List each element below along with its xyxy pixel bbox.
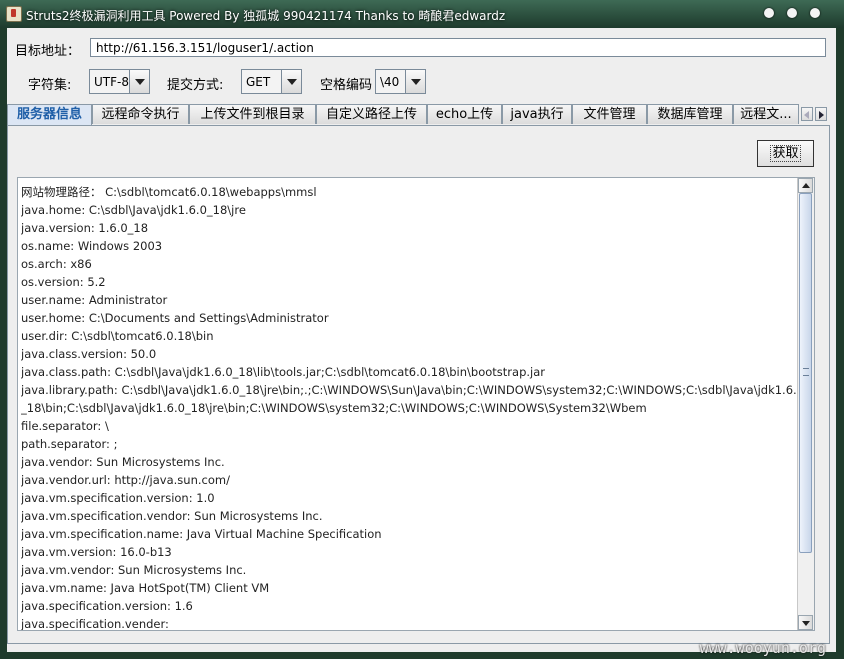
chevron-down-icon[interactable] xyxy=(129,70,149,93)
fetch-button-label: 获取 xyxy=(770,145,801,162)
close-button[interactable] xyxy=(810,8,820,18)
tab-server-info[interactable]: 服务器信息 xyxy=(7,104,92,126)
output-line: java.version: 1.6.0_18 xyxy=(21,221,149,235)
tab-remote-command[interactable]: 远程命令执行 xyxy=(92,104,189,124)
tab-java-exec[interactable]: java执行 xyxy=(502,104,572,124)
tab-database-manager[interactable]: 数据库管理 xyxy=(647,104,733,124)
tab-echo-upload[interactable]: echo上传 xyxy=(427,104,502,124)
output-line: os.arch: x86 xyxy=(21,257,92,271)
charset-select[interactable]: UTF-8 xyxy=(89,69,150,94)
target-url-input[interactable]: http://61.156.3.151/loguser1/.action xyxy=(90,38,826,57)
tab-file-manager[interactable]: 文件管理 xyxy=(572,104,647,124)
fetch-button[interactable]: 获取 xyxy=(757,140,814,167)
window-title: Struts2终极漏洞利用工具 Powered By 独孤城 990421174… xyxy=(26,9,506,23)
tab-upload-root[interactable]: 上传文件到根目录 xyxy=(189,104,316,124)
output-line: java.vm.specification.vendor: Sun Micros… xyxy=(21,509,323,523)
charset-label: 字符集: xyxy=(28,78,72,93)
tab-scroll-right-icon[interactable] xyxy=(815,107,827,121)
main-content: 目标地址： http://61.156.3.151/loguser1/.acti… xyxy=(7,28,836,652)
output-text: 网站物理路径： C:\sdbl\tomcat6.0.18\webapps\mms… xyxy=(21,183,796,631)
output-line: java.class.path: C:\sdbl\Java\jdk1.6.0_1… xyxy=(21,365,545,379)
tab-scroll-left-icon[interactable] xyxy=(801,107,813,121)
output-line: java.library.path: C:\sdbl\Java\jdk1.6.0… xyxy=(21,383,796,397)
url-label: 目标地址： xyxy=(15,44,81,59)
tab-custom-upload[interactable]: 自定义路径上传 xyxy=(316,104,427,124)
chevron-down-icon[interactable] xyxy=(405,70,425,93)
output-line: java.specification.vender: xyxy=(21,617,169,631)
maximize-button[interactable] xyxy=(787,8,797,18)
output-line: user.name: Administrator xyxy=(21,293,168,307)
output-line: file.separator: \ xyxy=(21,419,109,433)
server-info-output[interactable]: 网站物理路径： C:\sdbl\tomcat6.0.18\webapps\mms… xyxy=(17,177,815,631)
title-bar[interactable]: Struts2终极漏洞利用工具 Powered By 独孤城 990421174… xyxy=(0,0,844,28)
output-line: _18\bin;C:\sdbl\Java\jdk1.6.0_18\jre\bin… xyxy=(21,401,647,415)
output-line: java.vm.specification.name: Java Virtual… xyxy=(21,527,382,541)
chevron-down-icon[interactable] xyxy=(281,70,301,93)
tab-bar: 服务器信息 远程命令执行 上传文件到根目录 自定义路径上传 echo上传 jav… xyxy=(7,104,836,126)
watermark: www.wooyun.org xyxy=(699,639,826,657)
output-line: java.vendor.url: http://java.sun.com/ xyxy=(21,473,230,487)
space-encoding-select[interactable]: \40 xyxy=(375,69,426,94)
output-line: java.vm.version: 16.0-b13 xyxy=(21,545,172,559)
output-line: java.vm.name: Java HotSpot(TM) Client VM xyxy=(21,581,270,595)
output-line: user.dir: C:\sdbl\tomcat6.0.18\bin xyxy=(21,329,214,343)
output-line: 网站物理路径： C:\sdbl\tomcat6.0.18\webapps\mms… xyxy=(21,185,317,199)
vertical-scrollbar[interactable] xyxy=(797,178,814,630)
output-line: user.home: C:\Documents and Settings\Adm… xyxy=(21,311,329,325)
charset-value: UTF-8 xyxy=(94,75,129,89)
tab-remote-file[interactable]: 远程文... xyxy=(733,104,799,124)
space-encoding-value: \40 xyxy=(380,75,400,89)
output-line: os.name: Windows 2003 xyxy=(21,239,163,253)
scrollbar-thumb[interactable] xyxy=(799,193,812,553)
minimize-button[interactable] xyxy=(764,8,774,18)
app-window: Struts2终极漏洞利用工具 Powered By 独孤城 990421174… xyxy=(0,0,844,659)
output-line: java.specification.version: 1.6 xyxy=(21,599,193,613)
method-select[interactable]: GET xyxy=(241,69,302,94)
output-line: java.vm.vendor: Sun Microsystems Inc. xyxy=(21,563,247,577)
output-line: java.vendor: Sun Microsystems Inc. xyxy=(21,455,225,469)
output-line: path.separator: ; xyxy=(21,437,118,451)
method-label: 提交方式: xyxy=(167,78,224,93)
output-line: java.vm.specification.version: 1.0 xyxy=(21,491,215,505)
scroll-down-icon[interactable] xyxy=(798,615,813,630)
java-app-icon xyxy=(6,6,22,22)
space-encoding-label: 空格编码 xyxy=(320,78,373,93)
scroll-up-icon[interactable] xyxy=(798,178,813,193)
output-line: java.class.version: 50.0 xyxy=(21,347,157,361)
output-line: java.home: C:\sdbl\Java\jdk1.6.0_18\jre xyxy=(21,203,246,217)
output-line: os.version: 5.2 xyxy=(21,275,106,289)
method-value: GET xyxy=(246,75,271,89)
